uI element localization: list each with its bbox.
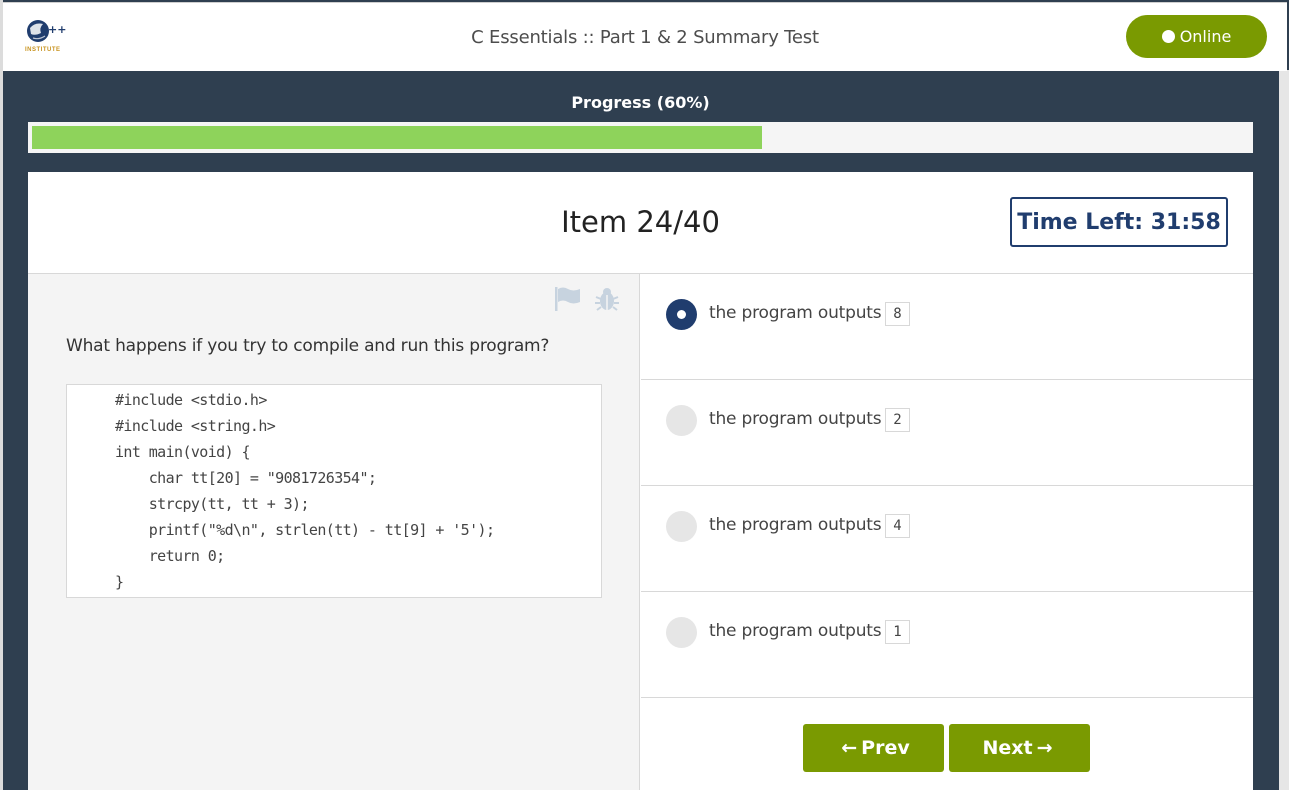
answer-option-1[interactable]: the program outputs 8	[641, 274, 1253, 380]
window-edge	[0, 0, 3, 790]
question-text: What happens if you try to compile and r…	[66, 336, 550, 356]
flag-icon[interactable]	[554, 286, 582, 312]
online-status-label: Online	[1179, 27, 1232, 46]
answer-option-2[interactable]: the program outputs 2	[641, 380, 1253, 486]
prev-button[interactable]: ← Prev	[803, 724, 944, 772]
answer-radio[interactable]	[666, 511, 697, 542]
answers-panel: the program outputs 8 the program output…	[641, 274, 1253, 790]
top-header: ++ INSTITUTE C Essentials :: Part 1 & 2 …	[3, 2, 1287, 71]
code-line: #include <string.h>	[115, 417, 276, 435]
code-line: int main(void) {	[115, 443, 251, 461]
bug-icon[interactable]	[594, 286, 620, 312]
app-frame: ++ INSTITUTE C Essentials :: Part 1 & 2 …	[0, 0, 1289, 790]
next-button-label: Next	[982, 737, 1033, 759]
next-button[interactable]: Next →	[949, 724, 1090, 772]
code-line: #include <stdio.h>	[115, 391, 267, 409]
answer-text: the program outputs	[709, 409, 882, 429]
progress-bar	[28, 122, 1253, 153]
progress-label: Progress (60%)	[571, 93, 710, 112]
progress-bar-fill	[32, 126, 762, 149]
online-status-button[interactable]: Online	[1126, 15, 1267, 58]
time-left-badge: Time Left: 31:58	[1010, 197, 1228, 247]
answer-code: 4	[885, 514, 910, 538]
answer-code: 8	[885, 302, 910, 326]
answer-radio[interactable]	[666, 405, 697, 436]
scrollbar-track[interactable]	[1279, 70, 1289, 790]
answer-option-4[interactable]: the program outputs 1	[641, 592, 1253, 698]
code-line: char tt[20] = "9081726354";	[115, 469, 377, 487]
page-title: C Essentials :: Part 1 & 2 Summary Test	[471, 27, 819, 48]
answer-radio[interactable]	[666, 299, 697, 330]
answer-code: 1	[885, 620, 910, 644]
code-line: strcpy(tt, tt + 3);	[115, 495, 310, 513]
answer-code: 2	[885, 408, 910, 432]
answer-radio[interactable]	[666, 617, 697, 648]
question-panel: What happens if you try to compile and r…	[28, 274, 640, 790]
arrow-left-icon: ←	[841, 737, 858, 759]
online-dot-icon	[1161, 30, 1175, 43]
answer-text: the program outputs	[709, 303, 882, 323]
arrow-right-icon: →	[1036, 737, 1053, 759]
answer-text: the program outputs	[709, 515, 882, 535]
question-card: Item 24/40 Time Left: 31:58 What happens…	[28, 172, 1253, 790]
code-line: printf("%d\n", strlen(tt) - tt[9] + '5')…	[115, 521, 495, 539]
answer-text: the program outputs	[709, 621, 882, 641]
answer-option-3[interactable]: the program outputs 4	[641, 486, 1253, 592]
prev-button-label: Prev	[861, 737, 910, 759]
code-line: return 0;	[115, 547, 225, 565]
code-line: }	[115, 573, 124, 591]
code-block: #include <stdio.h> #include <string.h> i…	[66, 384, 602, 598]
